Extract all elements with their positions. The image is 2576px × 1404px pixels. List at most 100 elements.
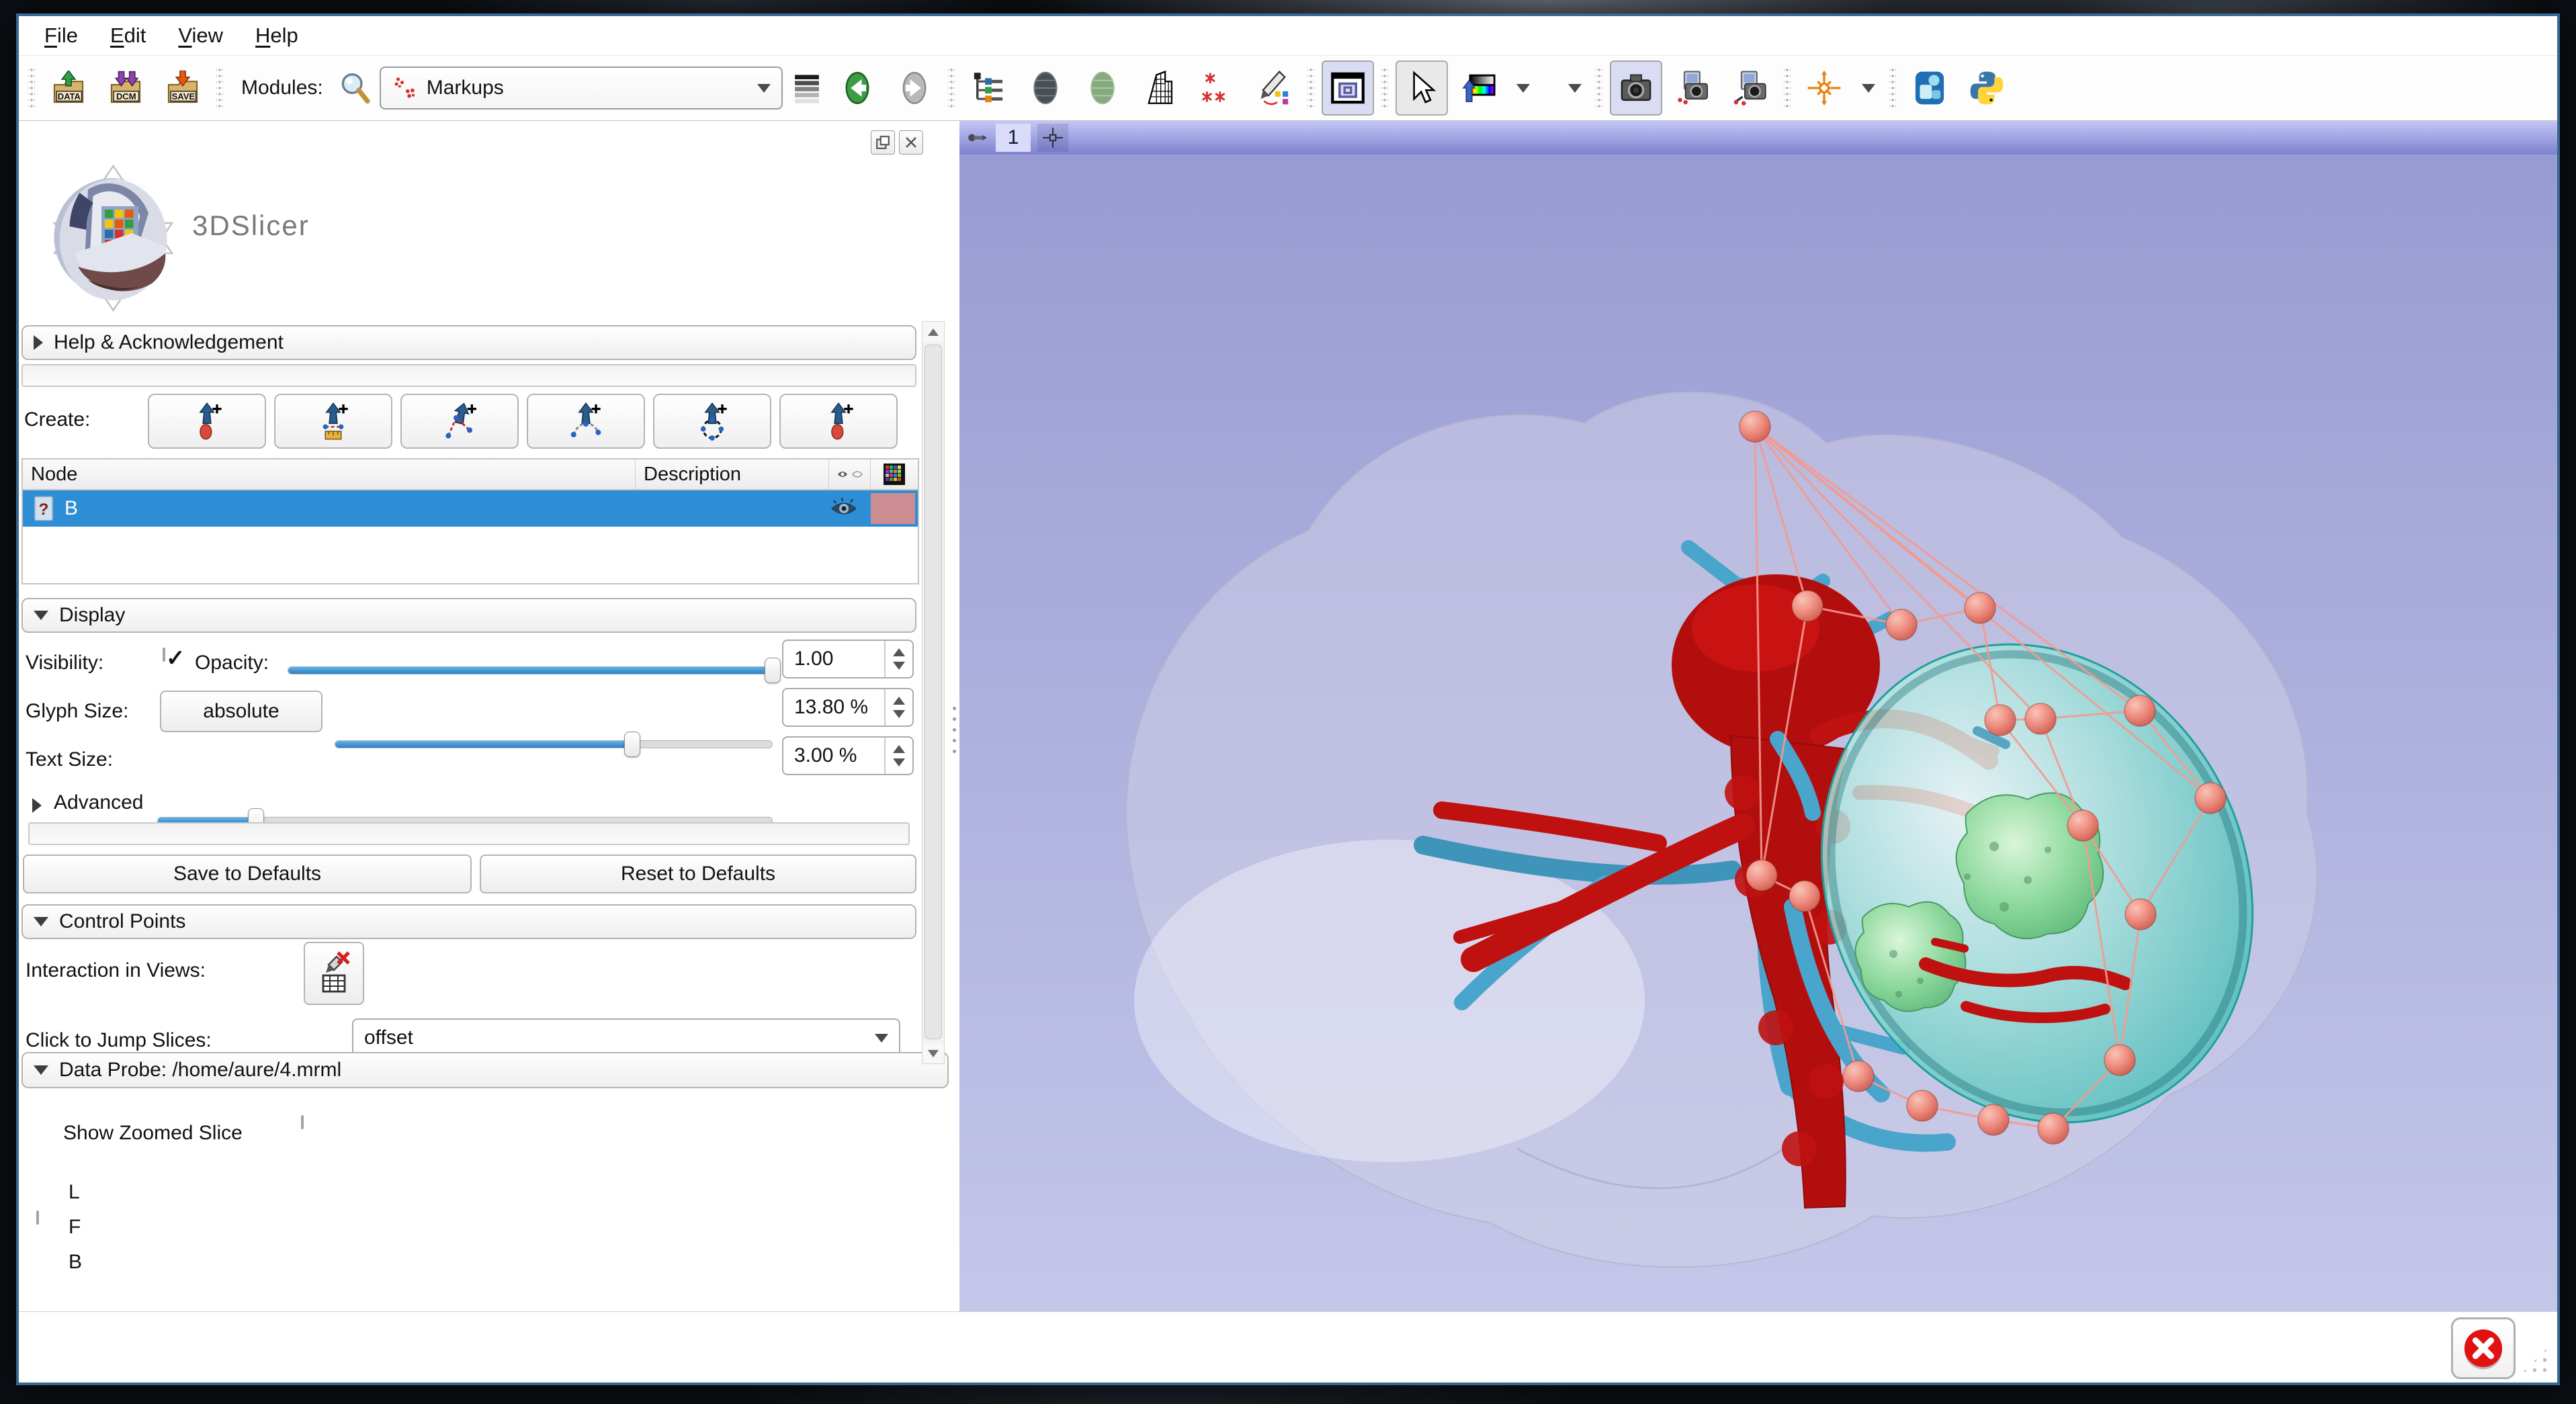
column-color[interactable] (871, 459, 918, 489)
module-search-button[interactable] (336, 60, 375, 116)
subject-hierarchy-button[interactable] (962, 60, 1015, 116)
column-description[interactable]: Description (636, 459, 829, 489)
save-defaults-button[interactable]: Save to Defaults (23, 854, 472, 893)
layout-selector-button[interactable] (1322, 60, 1374, 116)
toolbar-grip[interactable] (216, 66, 223, 110)
panel-scrollbar[interactable] (922, 321, 945, 1064)
crosshair-menu-arrow[interactable] (1862, 84, 1875, 93)
control-points-section-header[interactable]: Control Points (22, 904, 916, 939)
menu-edit[interactable]: Edit (94, 24, 162, 48)
text-size-spinbox[interactable]: 3.00 % (782, 736, 914, 775)
jump-slices-checkbox[interactable] (301, 1115, 304, 1129)
scene-views-button[interactable] (1667, 60, 1719, 116)
scrollbar-thumb[interactable] (925, 345, 942, 1039)
python-console-button[interactable] (1961, 60, 2013, 116)
help-section-header[interactable]: Help & Acknowledgement (22, 325, 916, 360)
control-point-8[interactable] (2195, 783, 2226, 814)
panel-close-button[interactable] (899, 130, 923, 155)
create-plane-button[interactable] (779, 394, 898, 449)
save-button[interactable]: SAVE (157, 60, 209, 116)
load-data-button[interactable]: DATA (42, 60, 95, 116)
spin-down-icon[interactable] (893, 710, 905, 718)
annotations-button[interactable] (1248, 60, 1300, 116)
column-visibility[interactable] (829, 459, 871, 489)
markups-toolbar-button[interactable] (1191, 60, 1243, 116)
visibility-checkbox[interactable] (163, 648, 165, 662)
window-level-button[interactable] (1453, 60, 1505, 116)
crosshair-button[interactable] (1798, 60, 1850, 116)
node-visibility-eye-icon[interactable] (829, 498, 859, 519)
menu-file[interactable]: File (28, 24, 94, 48)
panel-splitter[interactable] (950, 121, 959, 1311)
column-node[interactable]: Node (23, 459, 636, 489)
control-point-17[interactable] (2124, 695, 2155, 726)
dicom-button[interactable]: DCM (99, 60, 152, 116)
reset-defaults-button[interactable]: Reset to Defaults (480, 854, 916, 893)
toolbar-grip[interactable] (1381, 66, 1388, 110)
control-point-12[interactable] (1978, 1104, 2009, 1135)
control-point-15[interactable] (1746, 860, 1777, 891)
extensions-manager-button[interactable] (1903, 60, 1956, 116)
display-section-header[interactable]: Display (22, 598, 916, 633)
window-level-menu-arrow[interactable] (1516, 84, 1530, 93)
scene-view-restore-button[interactable] (1724, 60, 1776, 116)
create-line-button[interactable] (274, 394, 392, 449)
create-point-button[interactable] (148, 394, 266, 449)
spin-up-icon[interactable] (893, 697, 905, 705)
control-point-16[interactable] (1789, 881, 1820, 912)
create-closed-curve-button[interactable] (653, 394, 771, 449)
module-selector[interactable]: Markups (380, 67, 783, 109)
control-point-13[interactable] (1907, 1090, 1938, 1121)
control-point-4[interactable] (1965, 593, 1995, 623)
create-angle-button[interactable] (400, 394, 519, 449)
transforms-button[interactable] (1133, 60, 1186, 116)
spin-down-icon[interactable] (893, 758, 905, 766)
control-point-10[interactable] (2104, 1045, 2135, 1076)
toolbar-grip[interactable] (1889, 66, 1896, 110)
show-zoomed-slice-checkbox[interactable] (36, 1211, 39, 1225)
view-crosshair-box[interactable] (1037, 124, 1068, 152)
resize-grip-icon[interactable] (2520, 1345, 2550, 1376)
opacity-spinbox[interactable]: 1.00 (782, 640, 914, 678)
control-point-5[interactable] (1985, 705, 2016, 736)
module-history-button[interactable] (787, 60, 826, 116)
opacity-slider[interactable] (288, 657, 773, 684)
node-color-swatch[interactable] (871, 493, 915, 524)
panel-undock-button[interactable] (871, 130, 895, 155)
error-close-button[interactable] (2451, 1317, 2516, 1379)
glyph-size-mode-button[interactable]: absolute (160, 691, 323, 732)
glyph-size-spinbox[interactable]: 13.80 % (782, 688, 914, 727)
control-point-9[interactable] (2125, 899, 2156, 930)
control-point-3[interactable] (1886, 609, 1917, 640)
toolbar-grip[interactable] (1307, 66, 1314, 110)
toolbar-grip[interactable] (1784, 66, 1791, 110)
control-point-11[interactable] (2038, 1113, 2069, 1144)
interaction-mode-button[interactable] (1396, 60, 1448, 116)
node-row-selected[interactable]: ? B (23, 490, 918, 527)
scroll-up-button[interactable] (922, 322, 944, 342)
glyph-size-slider[interactable] (335, 731, 773, 758)
toolbar-grip[interactable] (1596, 66, 1602, 110)
spin-up-icon[interactable] (893, 745, 905, 753)
advanced-label[interactable]: Advanced (54, 791, 143, 814)
control-point-6[interactable] (2025, 703, 2056, 734)
control-point-2[interactable] (1792, 590, 1823, 621)
toolbar-grip[interactable] (28, 66, 35, 110)
forward-button[interactable] (888, 60, 941, 116)
threed-view-header[interactable]: 1 (959, 121, 2557, 155)
advanced-arrow-icon[interactable] (32, 798, 42, 813)
back-button[interactable] (831, 60, 884, 116)
data-probe-section-header[interactable]: Data Probe: /home/aure/4.mrml (22, 1052, 949, 1088)
control-point-14[interactable] (1843, 1061, 1874, 1092)
control-point-7[interactable] (2067, 810, 2098, 841)
threed-viewport[interactable] (959, 155, 2557, 1311)
menu-help[interactable]: Help (239, 24, 314, 48)
spin-up-icon[interactable] (893, 648, 905, 656)
pin-icon[interactable] (966, 126, 989, 149)
opacity-slider-handle[interactable] (765, 658, 781, 683)
toolbar-grip[interactable] (948, 66, 955, 110)
screenshot-button[interactable] (1610, 60, 1662, 116)
spin-down-icon[interactable] (893, 662, 905, 670)
menu-view[interactable]: View (162, 24, 239, 48)
extra-dropdown-arrow[interactable] (1568, 84, 1582, 93)
